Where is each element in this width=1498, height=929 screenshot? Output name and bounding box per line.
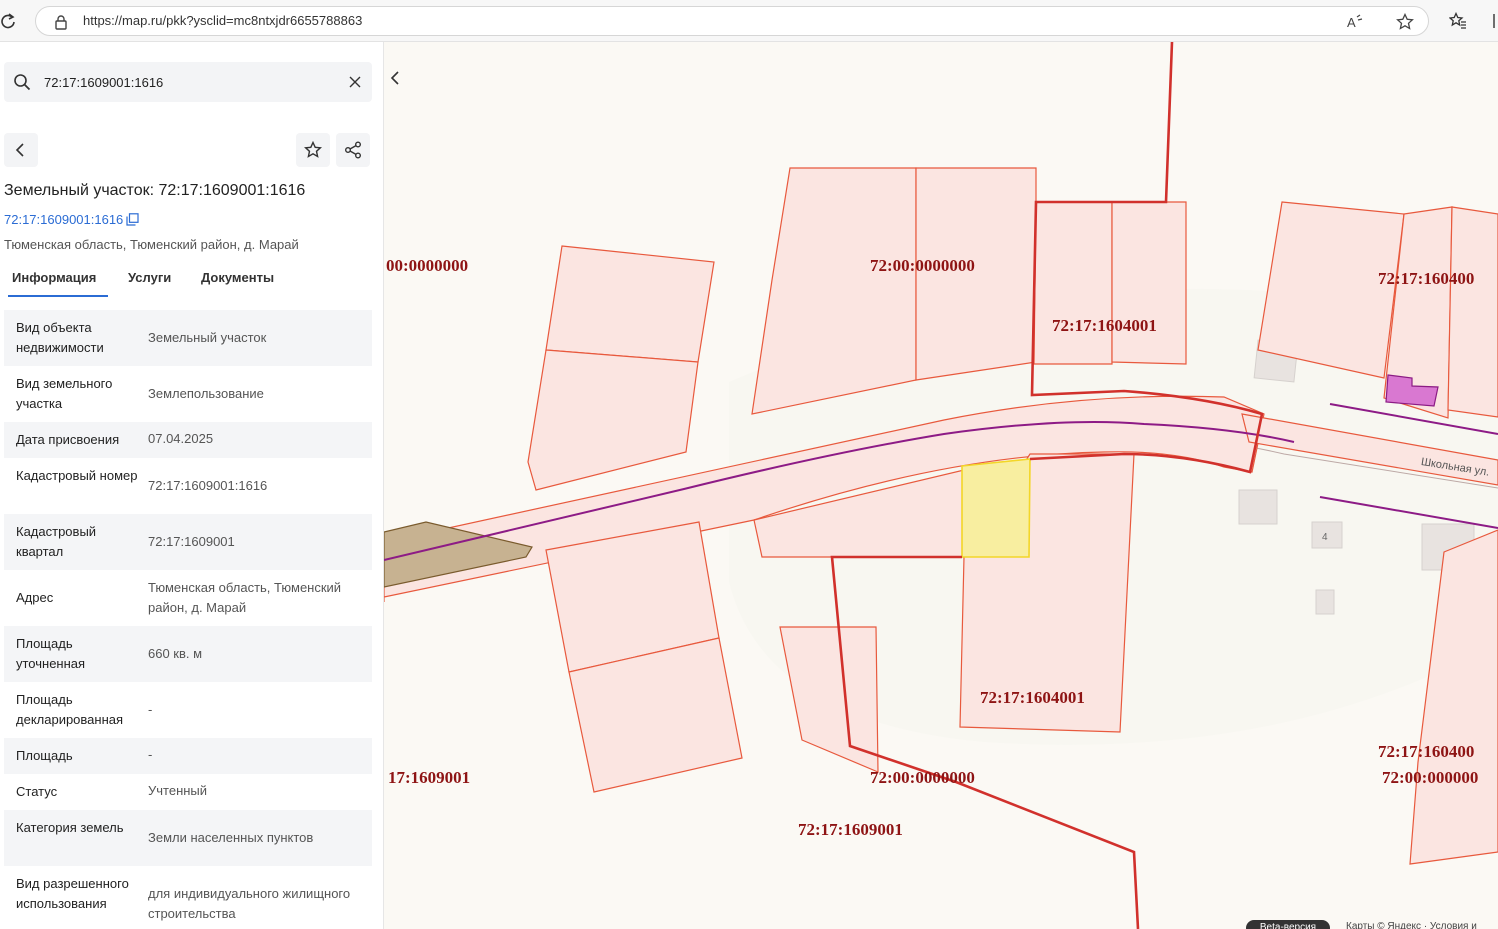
info-row: Вид объекта недвижимости Земельный участ… (4, 310, 372, 366)
map-label-quarter: 72:17:1604001 (1052, 316, 1157, 335)
info-table: Вид объекта недвижимости Земельный участ… (4, 310, 372, 929)
star-icon (304, 141, 322, 158)
map-label-quarter: 72:17:160400 (1378, 269, 1475, 288)
object-title: Земельный участок: 72:17:1609001:1616 (4, 182, 306, 199)
info-row: Адрес Тюменская область, Тюменский район… (4, 570, 372, 626)
info-row: Кадастровый номер 72:17:1609001:1616 (4, 458, 372, 514)
info-value: 07.04.2025 (148, 431, 214, 446)
info-row: Статус Учтенный (4, 774, 372, 810)
map-label-quarter: 17:1609001 (388, 768, 471, 787)
map-label-quarter: 72:00:000000 (1382, 768, 1479, 787)
cadastral-map[interactable]: 00:0000000 72:00:0000000 72:17:1604001 7… (384, 42, 1498, 929)
info-panel: Земельный участок: 72:17:1609001:1616 72… (0, 42, 384, 929)
tab-bar: Информация Услуги Документы (4, 264, 372, 298)
map-copyright[interactable]: Карты © Яндекс · Условия и (1346, 921, 1477, 929)
info-key: Кадастровый номер (16, 468, 138, 483)
favorites-list-icon[interactable] (1449, 12, 1467, 30)
share-button[interactable] (336, 133, 370, 167)
lock-icon (55, 15, 67, 30)
info-key: Вид объекта недвижимости (16, 320, 104, 355)
browser-toolbar: https://map.ru/pkk?ysclid=mc8ntxjdr66557… (0, 0, 1498, 42)
info-value: Тюменская область, Тюменский район, д. М… (148, 580, 342, 615)
info-row: Кадастровый квартал 72:17:1609001 (4, 514, 372, 570)
url-text[interactable]: https://map.ru/pkk?ysclid=mc8ntxjdr66557… (83, 13, 362, 28)
favorite-star-icon[interactable] (1396, 13, 1414, 31)
copy-icon[interactable] (126, 213, 139, 226)
map-label-quarter: 72:17:160400 (1378, 742, 1475, 761)
info-row: Категория земель Земли населенных пункто… (4, 810, 372, 866)
search-input[interactable] (44, 71, 334, 93)
tab-services[interactable]: Услуги (128, 270, 171, 285)
collapse-panel-icon[interactable] (388, 70, 404, 86)
info-value: Землепользование (148, 386, 264, 401)
info-key: Вид земельного участка (16, 376, 113, 411)
address-bar[interactable]: https://map.ru/pkk?ysclid=mc8ntxjdr66557… (35, 6, 1429, 36)
info-value: - (148, 702, 153, 717)
info-key: Адрес (16, 590, 54, 605)
selected-parcel[interactable] (961, 458, 1031, 558)
info-value: - (148, 747, 153, 762)
favorite-button[interactable] (296, 133, 330, 167)
info-value: 660 кв. м (148, 646, 203, 661)
chevron-left-icon (15, 143, 24, 157)
info-row: Площадь - (4, 738, 372, 774)
info-row: Площадь уточненная 660 кв. м (4, 626, 372, 682)
object-address: Тюменская область, Тюменский район, д. М… (4, 237, 299, 252)
info-key: Дата присвоения (16, 432, 120, 447)
info-value: 72:17:1609001 (148, 534, 235, 549)
tab-documents[interactable]: Документы (201, 270, 274, 285)
info-row: Площадь декларированная - (4, 682, 372, 738)
map-label-quarter: 00:0000000 (386, 256, 469, 275)
map-label-quarter: 72:17:1604001 (980, 688, 1085, 707)
map-canvas[interactable] (384, 42, 1498, 929)
info-key: Кадастровый квартал (16, 524, 97, 559)
search-box[interactable] (4, 62, 372, 102)
beta-badge[interactable]: Beta-версия (1246, 920, 1330, 929)
svg-text:A: A (1347, 15, 1356, 30)
back-button[interactable] (4, 133, 38, 167)
map-label-quarter: 72:00:0000000 (870, 256, 975, 275)
reload-icon[interactable] (0, 12, 16, 30)
extensions-icon[interactable] (1488, 12, 1498, 30)
info-value: Земли населенных пунктов (148, 830, 314, 845)
read-aloud-icon[interactable]: A (1346, 13, 1364, 31)
info-key: Площадь (16, 748, 73, 763)
map-label-quarter: 72:00:0000000 (870, 768, 975, 787)
share-icon (345, 141, 361, 159)
house-number: 4 (1322, 532, 1328, 543)
info-row: Вид земельного участка Землепользование (4, 366, 372, 422)
info-key: Площадь декларированная (16, 692, 124, 727)
info-value: для индивидуального жилищного строительс… (148, 886, 351, 921)
info-value: 72:17:1609001:1616 (148, 478, 268, 493)
info-key: Статус (16, 784, 58, 799)
search-icon (14, 74, 31, 91)
map-label-quarter: 72:17:1609001 (798, 820, 903, 839)
info-value: Земельный участок (148, 330, 267, 345)
info-row: Дата присвоения 07.04.2025 (4, 422, 372, 458)
info-value: Учтенный (148, 783, 208, 798)
info-key: Площадь уточненная (16, 636, 86, 671)
cadastral-number-link[interactable]: 72:17:1609001:1616 (4, 212, 123, 227)
tab-information[interactable]: Информация (12, 270, 96, 285)
info-key: Категория земель (16, 820, 124, 835)
close-icon[interactable] (349, 76, 361, 88)
active-tab-indicator (8, 295, 108, 297)
info-key: Вид разрешенного использования (16, 876, 129, 911)
info-row: Вид разрешенного использования для индив… (4, 866, 372, 929)
